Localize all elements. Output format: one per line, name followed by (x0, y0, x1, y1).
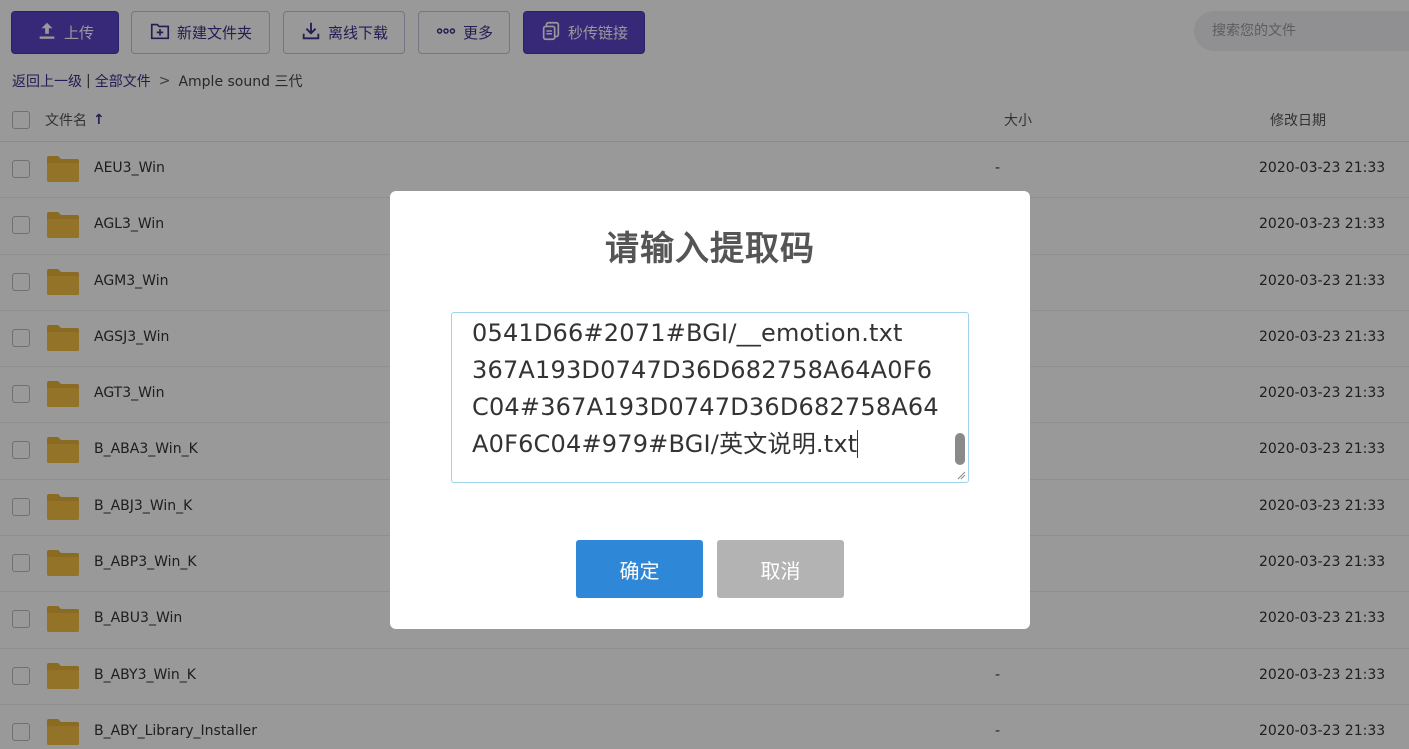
code-line: C04#367A193D0747D36D682758A64 (472, 393, 939, 421)
dialog-title: 请输入提取码 (605, 229, 815, 269)
textarea-scrollbar[interactable] (955, 433, 965, 465)
confirm-button[interactable]: 确定 (576, 540, 703, 598)
text-caret (857, 430, 859, 458)
extract-code-textarea[interactable]: 0541D66#2071#BGI/__emotion.txt 367A193D0… (451, 312, 969, 483)
code-line: A0F6C04#979#BGI/英文说明.txt (472, 430, 858, 458)
code-line-last: A0F6C04#979#BGI/英文说明.txt (472, 426, 942, 463)
cancel-button[interactable]: 取消 (717, 540, 844, 598)
code-text: 0541D66#2071#BGI/__emotion.txt 367A193D0… (472, 315, 942, 463)
code-line: 367A193D0747D36D682758A64A0F6 (472, 356, 933, 384)
code-line: 0541D66#2071#BGI/__emotion.txt (472, 319, 903, 347)
resize-grip-icon[interactable] (956, 470, 966, 480)
extract-code-dialog: 请输入提取码 0541D66#2071#BGI/__emotion.txt 36… (390, 191, 1030, 629)
